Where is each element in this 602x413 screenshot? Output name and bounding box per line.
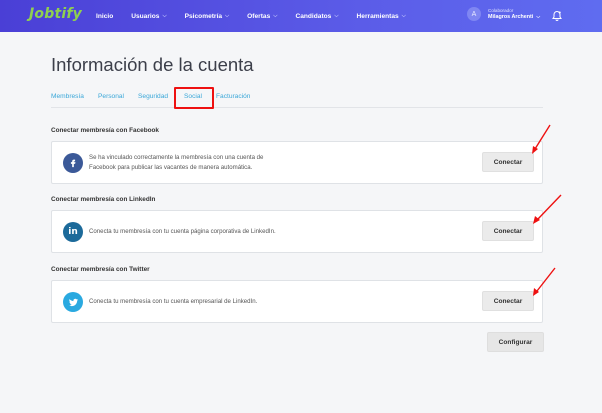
nav-item-ofertas[interactable]: Ofertas ⌵ (247, 13, 277, 20)
section-title-linkedin: Conectar membresía con LinkedIn (51, 196, 156, 203)
annotation-arrow-icon (533, 194, 562, 224)
tab-membresia[interactable]: Membresía (51, 93, 84, 100)
user-name-row: Milagros Archenti ⌵ (488, 14, 540, 21)
nav-item-label: Candidatos (295, 12, 332, 20)
nav-item-herramientas[interactable]: Herramientas ⌵ (357, 13, 406, 20)
nav-item-candidatos[interactable]: Candidatos ⌵ (295, 13, 338, 20)
linkedin-icon: in (63, 222, 83, 242)
tab-bar: Membresía Personal Seguridad Social Fact… (51, 89, 543, 108)
description-line: Conecta tu membresía con tu cuenta empre… (89, 298, 258, 305)
nav-item-label: Ofertas (247, 12, 271, 20)
chevron-down-icon: ⌵ (273, 12, 278, 19)
section-title-facebook: Conectar membresía con Facebook (51, 127, 159, 134)
section-title-twitter: Conectar membresía con Twitter (51, 266, 150, 273)
nav-item-inicio[interactable]: Inicio (96, 13, 113, 20)
annotation-arrow-icon (533, 267, 556, 296)
facebook-description: Se ha vinculado correctamente la membres… (89, 153, 263, 173)
user-name: Milagros Archenti (488, 13, 534, 20)
facebook-icon (63, 153, 83, 173)
user-menu[interactable]: A Colaborador Milagros Archenti ⌵ (467, 7, 540, 21)
configure-button[interactable]: Configurar (487, 332, 544, 352)
linkedin-card: in Conecta tu membresía con tu cuenta pá… (51, 210, 543, 253)
chevron-down-icon: ⌵ (401, 12, 406, 19)
chevron-down-icon: ⌵ (536, 13, 541, 20)
nav-item-label: Inicio (96, 12, 114, 20)
chevron-down-icon: ⌵ (334, 12, 339, 19)
nav-item-usuarios[interactable]: Usuarios ⌵ (131, 13, 166, 20)
twitter-card: Conecta tu membresía con tu cuenta empre… (51, 280, 543, 323)
tab-facturacion[interactable]: Facturación (216, 93, 250, 100)
avatar: A (467, 7, 481, 21)
logo[interactable]: Jobtify (29, 6, 82, 22)
twitter-icon (63, 292, 83, 312)
nav-item-label: Psicometría (184, 12, 222, 20)
tab-personal[interactable]: Personal (98, 93, 124, 100)
nav-item-psicometria[interactable]: Psicometría ⌵ (185, 13, 230, 20)
description-line: Conecta tu membresía con tu cuenta págin… (89, 228, 276, 235)
nav-item-label: Herramientas (356, 12, 399, 20)
facebook-card: Se ha vinculado correctamente la membres… (51, 141, 543, 184)
user-info: Colaborador Milagros Archenti ⌵ (488, 8, 540, 21)
nav-item-label: Usuarios (131, 12, 160, 20)
page-title: Información de la cuenta (51, 54, 254, 75)
main-nav: Inicio Usuarios ⌵ Psicometría ⌵ Ofertas … (96, 0, 424, 32)
linkedin-description: Conecta tu membresía con tu cuenta págin… (89, 227, 276, 237)
tab-seguridad[interactable]: Seguridad (138, 93, 168, 100)
annotation-highlight-box (174, 87, 214, 109)
bell-icon[interactable] (551, 10, 563, 22)
description-line: Facebook para publicar las vacantes de m… (89, 164, 253, 171)
top-navigation-bar: Jobtify Inicio Usuarios ⌵ Psicometría ⌵ … (0, 0, 602, 32)
chevron-down-icon: ⌵ (225, 12, 230, 19)
description-line: Se ha vinculado correctamente la membres… (89, 154, 264, 161)
chevron-down-icon: ⌵ (162, 12, 167, 19)
twitter-description: Conecta tu membresía con tu cuenta empre… (89, 297, 257, 307)
annotation-arrow-icon (532, 124, 551, 154)
